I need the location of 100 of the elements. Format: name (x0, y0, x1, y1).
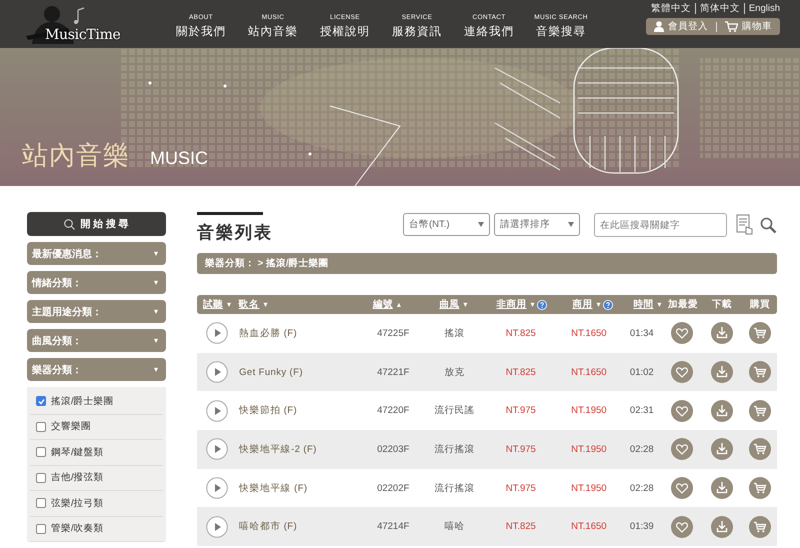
song-title[interactable]: 快樂地平線-2 (F) (239, 442, 317, 456)
sort-link[interactable]: 歌名 ▾ (238, 298, 268, 311)
option-label[interactable]: 鋼琴/鍵盤類 (51, 446, 104, 459)
checkbox[interactable] (36, 472, 46, 483)
category-dropdown[interactable]: 最新優惠消息： ▾ (27, 242, 166, 265)
duration: 01:02 (630, 366, 654, 378)
checkbox[interactable] (36, 447, 46, 458)
play-button[interactable] (206, 361, 228, 384)
cart-button[interactable] (748, 516, 771, 538)
download-button[interactable] (710, 361, 733, 384)
song-title[interactable]: 快樂地平線 (F) (239, 482, 308, 495)
option-label[interactable]: 交響樂團 (51, 420, 91, 434)
download-button[interactable] (710, 400, 733, 422)
search-field[interactable]: 在此區搜尋關鍵字 (594, 213, 727, 237)
download-button[interactable] (710, 322, 733, 344)
option-label[interactable]: 搖滾/爵士樂團 (51, 394, 114, 408)
help-icon[interactable] (536, 300, 547, 310)
cart-button[interactable] (748, 438, 771, 460)
checkbox[interactable] (36, 422, 46, 432)
checkbox[interactable] (36, 498, 46, 508)
download-button[interactable] (710, 438, 733, 460)
option-label[interactable]: 弦樂/拉弓類 (51, 496, 104, 510)
login-link[interactable]: 會員登入 (668, 20, 708, 33)
play-button[interactable] (206, 400, 228, 422)
duration: 02:28 (630, 444, 654, 455)
heart-button[interactable] (671, 322, 694, 344)
cart-button[interactable] (748, 322, 771, 344)
duration: 01:34 (630, 328, 654, 339)
cart-button[interactable] (748, 361, 771, 384)
category-dropdown[interactable]: 樂器分類： ▾ (27, 358, 166, 381)
breadcrumb: 樂器分類： > 搖滾/爵士樂團 (205, 257, 328, 270)
sort-link[interactable]: 商用 ▾ (572, 298, 612, 311)
sort-link[interactable]: 非商用 ▾ (496, 298, 547, 311)
sort-link[interactable]: 時間 ▾ (633, 298, 662, 311)
checkbox[interactable] (36, 524, 46, 534)
cart-button[interactable] (748, 400, 771, 422)
page-title: 站內音樂 (22, 139, 130, 172)
logo-text[interactable]: MusicTime (45, 27, 121, 43)
cart-icon (725, 21, 738, 32)
help-icon[interactable] (602, 300, 612, 310)
table-cell: 嘻哈 (444, 520, 465, 534)
language-link[interactable]: English (744, 3, 780, 14)
price: NT.1650 (571, 521, 607, 532)
table-cell: 02203F (377, 444, 410, 455)
song-title[interactable]: Get Funky (F) (239, 366, 303, 378)
price: NT.975 (506, 444, 536, 455)
table-cell: 放克 (444, 366, 465, 379)
table-cell: 47225F (377, 328, 410, 339)
heart-button[interactable] (671, 477, 694, 500)
category-dropdown[interactable]: 情緒分類： ▾ (27, 271, 166, 294)
column-header: 購買 (750, 298, 770, 311)
language-link[interactable]: 简体中文 (694, 3, 744, 14)
option-label[interactable]: 吉他/撥弦類 (51, 471, 104, 484)
heart-button[interactable] (671, 361, 694, 384)
category-dropdown[interactable]: 主題用途分類： ▾ (27, 300, 166, 323)
table-cell: 流行搖滾 (434, 482, 475, 495)
search-icon (64, 218, 76, 230)
column-header: 下載 (712, 298, 732, 311)
download-button[interactable] (710, 477, 733, 500)
play-button[interactable] (206, 516, 228, 538)
table-cell: 47214F (377, 521, 410, 532)
price: NT.975 (506, 405, 536, 416)
song-title[interactable]: 嘻哈都市 (F) (239, 520, 298, 534)
play-button[interactable] (206, 477, 228, 500)
heart-button[interactable] (671, 438, 694, 460)
song-title[interactable]: 熱血必勝 (F) (239, 326, 298, 340)
sort-link[interactable]: 曲風 ▾ (439, 298, 468, 311)
checkbox[interactable] (36, 396, 46, 406)
list-pointer-icon[interactable] (736, 214, 753, 236)
duration: 02:28 (630, 482, 654, 494)
category-dropdown[interactable]: 曲風分類： ▾ (27, 329, 166, 352)
sort-link[interactable]: 試聽 ▾ (203, 298, 232, 311)
sort-select[interactable]: 請選擇排序 (494, 213, 580, 236)
table-cell: 流行搖滾 (434, 442, 475, 456)
page-subtitle: MUSIC (150, 148, 208, 169)
section-title: 音樂列表 (197, 222, 273, 244)
table-cell: 搖滾 (444, 326, 465, 340)
price: NT.825 (506, 521, 536, 532)
price: NT.1650 (571, 328, 607, 339)
price: NT.825 (506, 328, 536, 339)
song-title[interactable]: 快樂節拍 (F) (239, 404, 298, 418)
play-button[interactable] (206, 438, 228, 460)
option-label[interactable]: 管樂/吹奏類 (51, 522, 104, 536)
cart-link[interactable]: 購物車 (742, 20, 772, 33)
table-cell: 02202F (377, 482, 410, 494)
language-link[interactable]: 繁體中文 (646, 3, 695, 14)
heart-button[interactable] (671, 400, 694, 422)
play-button[interactable] (206, 322, 228, 344)
heart-button[interactable] (671, 516, 694, 538)
search-icon[interactable] (760, 217, 777, 234)
download-button[interactable] (710, 516, 733, 538)
table-cell: 流行民謠 (434, 404, 475, 418)
price: NT.825 (506, 366, 536, 378)
price: NT.975 (506, 482, 536, 494)
table-cell: 47220F (377, 405, 410, 416)
search-button[interactable]: 開 始 搜 尋 (27, 212, 166, 236)
price: NT.1650 (571, 366, 607, 378)
cart-button[interactable] (748, 477, 771, 500)
currency-select[interactable]: 台幣(NT.) (403, 213, 490, 236)
sort-link[interactable]: 編號 ▴ (372, 298, 401, 311)
